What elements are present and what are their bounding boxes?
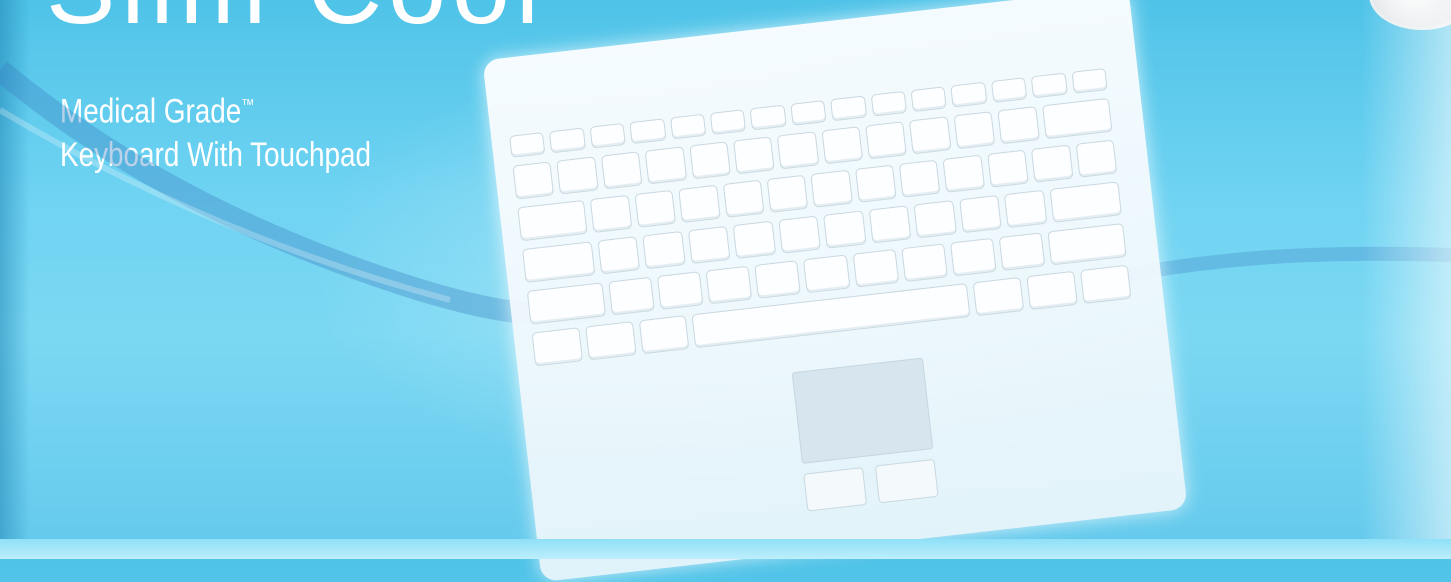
keyboard-key — [669, 113, 707, 140]
keyboard-key — [942, 154, 985, 193]
bottom-band — [0, 539, 1451, 559]
keyboard-key — [531, 327, 583, 367]
keyboard-key — [657, 271, 704, 310]
keyboard-key — [608, 276, 655, 316]
keyboard-key — [790, 100, 827, 126]
keyboard-key — [900, 243, 948, 283]
keyboard-key — [526, 282, 607, 325]
keyboard-key — [1049, 181, 1122, 223]
keyboard-key — [521, 241, 595, 283]
keyboard-key — [1080, 264, 1132, 304]
keyboard-key — [973, 276, 1025, 317]
keyboard-key — [517, 199, 589, 242]
keyboard-key — [754, 260, 802, 299]
keyboard-key — [1030, 72, 1068, 99]
keyboard-key — [512, 161, 555, 200]
keyboard-key — [830, 95, 867, 122]
keyboard-key — [868, 205, 912, 244]
keyboard-key — [950, 81, 988, 108]
touchpad-right-button — [874, 458, 939, 504]
key-grid — [509, 68, 1132, 374]
keyboard-key — [823, 210, 867, 249]
keyboard-key — [777, 131, 819, 170]
keyboard-key — [766, 174, 809, 213]
keyboard-key — [584, 321, 637, 361]
keyboard-key — [865, 121, 908, 160]
keyboard-key — [590, 194, 633, 233]
keyboard-key — [910, 86, 948, 113]
keyboard-key — [810, 169, 853, 208]
keyboard-key — [1003, 189, 1047, 229]
keyboard-key — [509, 132, 546, 158]
keyboard-key — [854, 164, 897, 203]
keyboard-key — [777, 215, 821, 254]
touchpad — [791, 357, 934, 464]
keyboard-key — [990, 77, 1028, 103]
keyboard-key — [732, 136, 775, 175]
keyboard-key — [705, 265, 753, 305]
keyboard-key — [600, 151, 643, 190]
keyboard-key — [678, 184, 721, 223]
keyboard-key — [638, 315, 690, 355]
keyboard — [482, 0, 1188, 582]
keyboard-key — [803, 254, 851, 294]
touchpad-left-button — [803, 467, 868, 512]
keyboard-key — [913, 200, 957, 239]
keyboard-key — [597, 236, 641, 275]
keyboard-key — [1041, 97, 1113, 140]
keyboard-key — [556, 156, 599, 195]
keyboard-key — [949, 237, 997, 277]
keyboard-key — [1075, 139, 1118, 178]
keyboard-key — [722, 179, 765, 218]
right-edge-glow — [1361, 0, 1451, 559]
keyboard-key — [1026, 270, 1078, 311]
keyboard-key — [987, 149, 1030, 188]
keyboard-key — [870, 90, 908, 117]
keyboard-key — [549, 127, 586, 154]
keyboard-key — [644, 146, 687, 185]
keyboard-key — [629, 118, 667, 145]
keyboard-key — [1031, 144, 1074, 183]
keyboard-key — [953, 111, 996, 150]
keyboard-key — [634, 189, 677, 228]
keyboard-key — [1071, 68, 1108, 94]
keyboard-key — [687, 225, 731, 265]
keyboard-key — [1047, 223, 1127, 266]
keyboard-key — [821, 126, 864, 165]
keyboard-key — [688, 141, 731, 180]
keyboard-key — [958, 194, 1002, 234]
keyboard-key — [709, 109, 747, 135]
keyboard-key — [642, 231, 686, 270]
keyboard-key — [749, 104, 787, 131]
keyboard-key — [997, 106, 1040, 145]
keyboard-key — [998, 232, 1046, 271]
keyboard-key — [909, 116, 952, 155]
keyboard-key — [898, 159, 941, 198]
keyboard-key — [732, 220, 776, 259]
keyboard-key — [589, 122, 627, 149]
keyboard-key — [852, 248, 899, 288]
